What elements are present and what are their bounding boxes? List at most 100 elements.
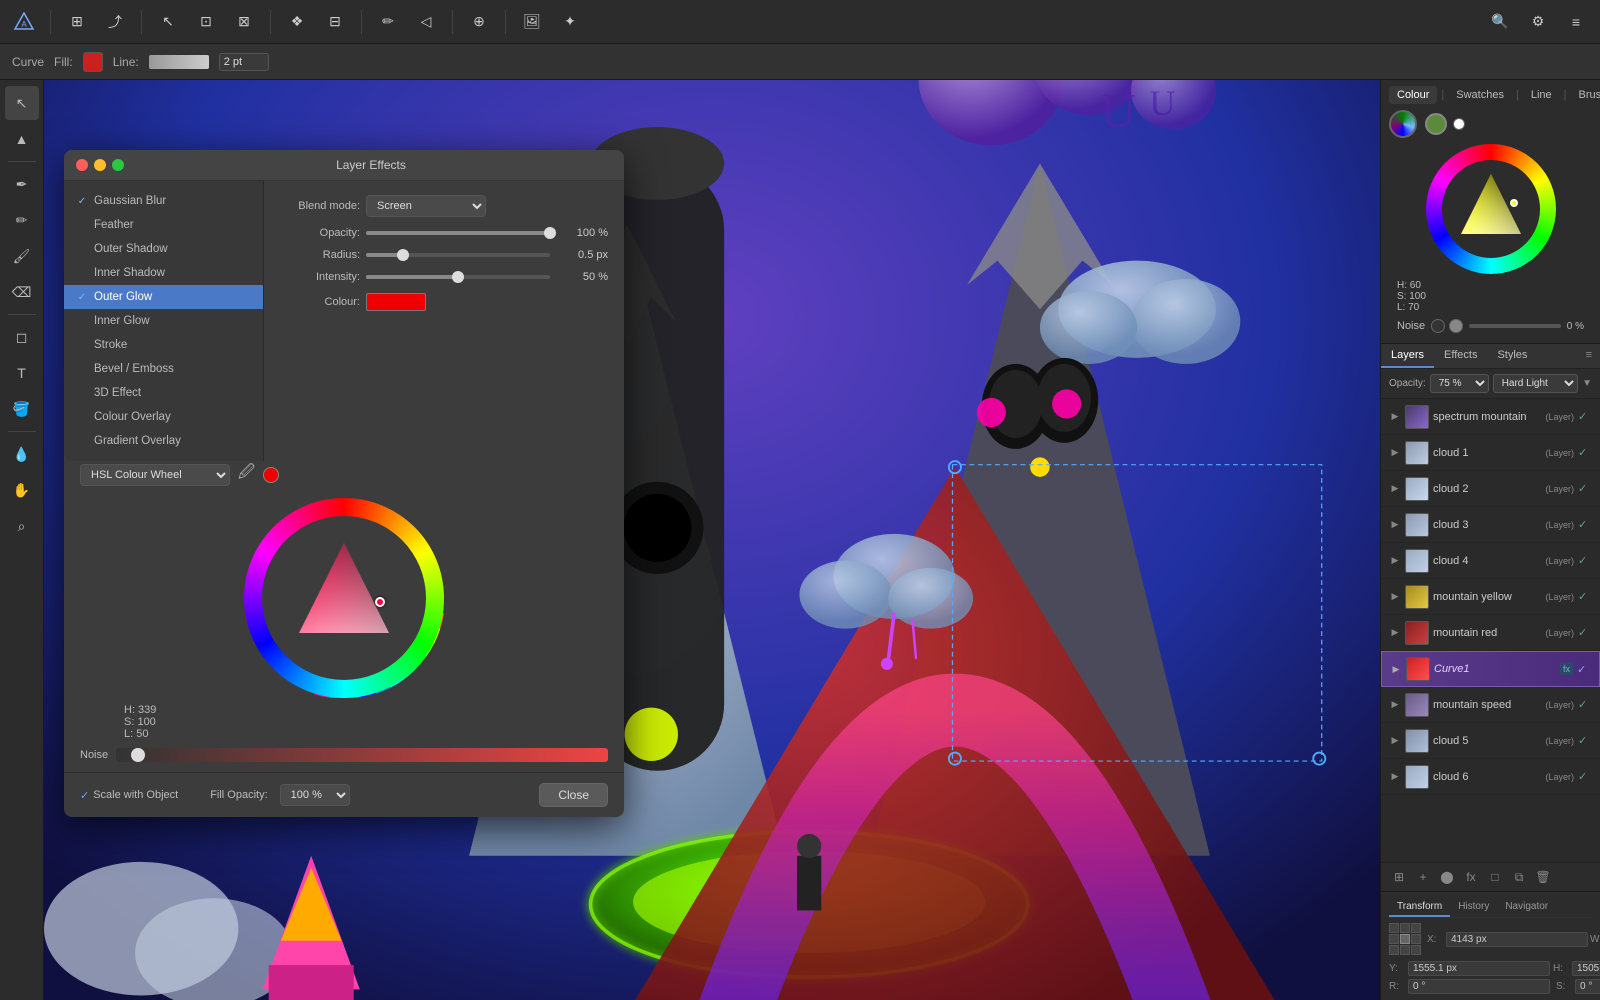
close-button[interactable]: Close — [539, 783, 608, 807]
expand-icon[interactable]: ▶ — [1389, 699, 1401, 711]
layer-visible[interactable]: ✓ — [1578, 698, 1592, 711]
s-input[interactable] — [1575, 979, 1600, 994]
scale-with-object[interactable]: ✓ Scale with Object — [80, 789, 178, 802]
layer-curve-active[interactable]: ▶ Curve1 fx ✓ — [1381, 651, 1600, 687]
effect-inner-shadow[interactable]: Inner Shadow — [64, 261, 263, 285]
bg-color[interactable] — [1453, 118, 1465, 130]
layer-cloud-1[interactable]: ▶ cloud 1 (Layer) ✓ — [1381, 435, 1600, 471]
tab-styles[interactable]: Styles — [1487, 344, 1537, 368]
hsl-color-wheel-container[interactable] — [244, 498, 444, 698]
layer-cloud-6[interactable]: ▶ cloud 6 (Layer) ✓ — [1381, 759, 1600, 795]
effect-outer-shadow[interactable]: Outer Shadow — [64, 237, 263, 261]
transform-tool[interactable]: ⊠ — [228, 6, 260, 38]
anchor-mc[interactable] — [1400, 934, 1410, 944]
anchor-mr[interactable] — [1411, 934, 1421, 944]
layer-visible[interactable]: ✓ — [1578, 734, 1592, 747]
anchor-tc[interactable] — [1400, 923, 1410, 933]
expand-icon[interactable]: ▶ — [1389, 483, 1401, 495]
expand-icon[interactable]: ▶ — [1389, 447, 1401, 459]
effect-gaussian-blur[interactable]: ✓ Gaussian Blur — [64, 189, 263, 213]
expand-icon[interactable]: ▶ — [1389, 519, 1401, 531]
layer-visible[interactable]: ✓ — [1578, 626, 1592, 639]
opacity-slider[interactable] — [366, 231, 550, 235]
layer-cloud-4[interactable]: ▶ cloud 4 (Layer) ✓ — [1381, 543, 1600, 579]
blend-mode-select[interactable]: Screen Normal Multiply Overlay — [366, 195, 486, 217]
foreground-color[interactable] — [1425, 113, 1447, 135]
effect-3d[interactable]: 3D Effect — [64, 381, 263, 405]
hue-ring-preview[interactable] — [1389, 110, 1417, 138]
tab-history[interactable]: History — [1450, 898, 1497, 917]
search-icon[interactable]: 🔍 — [1484, 6, 1516, 38]
line-weight-input[interactable] — [219, 53, 269, 71]
brush-tool[interactable]: 🖌 — [5, 239, 39, 273]
tab-layers[interactable]: Layers — [1381, 344, 1434, 368]
eyedropper-icon[interactable]: 🖉 — [238, 461, 255, 488]
group-icon[interactable]: □ — [1485, 867, 1505, 887]
expand-icon[interactable]: ▶ — [1389, 591, 1401, 603]
dropper-tool[interactable]: 💧 — [5, 437, 39, 471]
settings-icon[interactable]: ⚙ — [1522, 6, 1554, 38]
delete-layer-icon[interactable]: 🗑 — [1533, 867, 1553, 887]
anchor-bc[interactable] — [1400, 945, 1410, 955]
effect-inner-glow[interactable]: Inner Glow — [64, 309, 263, 333]
fill-opacity-select[interactable]: 100 % 75 % 50 % — [280, 784, 350, 806]
anchor-br[interactable] — [1411, 945, 1421, 955]
noise-slider[interactable] — [116, 748, 608, 762]
noise-panel-slider[interactable] — [1469, 324, 1561, 328]
cursor-tool[interactable]: ↖ — [152, 6, 184, 38]
intensity-slider[interactable] — [366, 275, 550, 279]
x-input[interactable] — [1446, 932, 1588, 947]
layer-visible[interactable]: ✓ — [1577, 663, 1591, 676]
layer-mountain-yellow[interactable]: ▶ mountain yellow (Layer) ✓ — [1381, 579, 1600, 615]
share-icon[interactable]: ⤴ — [99, 6, 131, 38]
tab-brushes[interactable]: Brushes — [1570, 86, 1600, 104]
anchor-ml[interactable] — [1389, 934, 1399, 944]
fx-icon[interactable]: ✦ — [554, 6, 586, 38]
add-pixel-layer-icon[interactable]: ⊞ — [1389, 867, 1409, 887]
layer-visible[interactable]: ✓ — [1578, 770, 1592, 783]
crop-tool[interactable]: ⊡ — [190, 6, 222, 38]
y-input[interactable] — [1408, 961, 1550, 976]
pen-tool[interactable]: ✒ — [5, 167, 39, 201]
color-dot[interactable] — [263, 467, 279, 483]
tab-transform[interactable]: Transform — [1389, 898, 1450, 917]
expand-icon[interactable]: ▶ — [1389, 555, 1401, 567]
layers-menu-icon[interactable]: ≡ — [1578, 344, 1600, 368]
menu-icon[interactable]: ≡ — [1560, 6, 1592, 38]
r-input[interactable] — [1408, 979, 1550, 994]
photo-icon[interactable]: 🖼 — [516, 6, 548, 38]
pencil-tool[interactable]: ✏ — [5, 203, 39, 237]
layer-visible[interactable]: ✓ — [1578, 518, 1592, 531]
arrange-icon[interactable]: ❖ — [281, 6, 313, 38]
expand-icon[interactable]: ▶ — [1389, 735, 1401, 747]
effect-feather[interactable]: Feather — [64, 213, 263, 237]
layer-visible[interactable]: ✓ — [1578, 482, 1592, 495]
effect-colour-overlay[interactable]: Colour Overlay — [64, 405, 263, 429]
expand-icon[interactable]: ▶ — [1389, 627, 1401, 639]
layer-mountain-speed[interactable]: ▶ mountain speed (Layer) ✓ — [1381, 687, 1600, 723]
tab-line[interactable]: Line — [1523, 86, 1560, 104]
duplicate-icon[interactable]: ⧉ — [1509, 867, 1529, 887]
effect-gradient-overlay[interactable]: Gradient Overlay — [64, 429, 263, 453]
layer-cloud-5[interactable]: ▶ cloud 5 (Layer) ✓ — [1381, 723, 1600, 759]
node-tool[interactable]: ▲ — [5, 122, 39, 156]
colour-swatch[interactable] — [366, 293, 426, 311]
select-tool[interactable]: ↖ — [5, 86, 39, 120]
align-icon[interactable]: ⊟ — [319, 6, 351, 38]
layer-visible[interactable]: ✓ — [1578, 410, 1592, 423]
text-tool[interactable]: T — [5, 356, 39, 390]
radius-slider[interactable] — [366, 253, 550, 257]
expand-icon[interactable]: ▶ — [1389, 411, 1401, 423]
layer-visible[interactable]: ✓ — [1578, 446, 1592, 459]
anchor-tl[interactable] — [1389, 923, 1399, 933]
expand-icon[interactable]: ▶ — [1389, 771, 1401, 783]
canvas-area[interactable]: U U — [44, 80, 1380, 1000]
tab-colour[interactable]: Colour — [1389, 86, 1437, 104]
effect-outer-glow[interactable]: ✓ Outer Glow — [64, 285, 263, 309]
tab-navigator[interactable]: Navigator — [1497, 898, 1556, 917]
zoom-tool[interactable]: ⌕ — [5, 509, 39, 543]
effect-bevel-emboss[interactable]: Bevel / Emboss — [64, 357, 263, 381]
layer-cloud-2[interactable]: ▶ cloud 2 (Layer) ✓ — [1381, 471, 1600, 507]
anchor-bl[interactable] — [1389, 945, 1399, 955]
fill-color-swatch[interactable] — [83, 52, 103, 72]
